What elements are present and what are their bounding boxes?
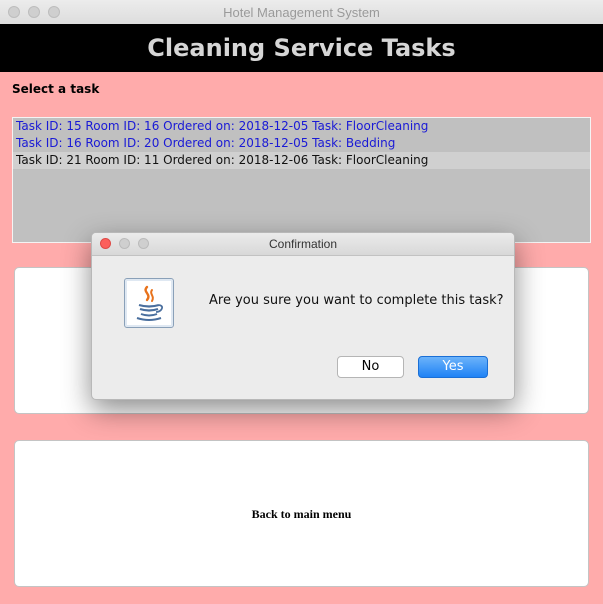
task-list-item[interactable]: Task ID: 15 Room ID: 16 Ordered on: 2018… [13,118,590,135]
task-list[interactable]: Task ID: 15 Room ID: 16 Ordered on: 2018… [12,117,591,243]
window-titlebar[interactable]: Hotel Management System [0,0,603,25]
back-button-label: Back to main menu [251,507,352,521]
java-coffee-icon [124,278,174,328]
dialog-message: Are you sure you want to complete this t… [209,293,504,308]
task-list-item[interactable]: Task ID: 16 Room ID: 20 Ordered on: 2018… [13,135,590,152]
page-title: Cleaning Service Tasks [0,24,603,72]
main-window: Hotel Management System Cleaning Service… [0,0,603,604]
back-to-main-menu-button[interactable]: Back to main menu [14,440,589,587]
dialog-titlebar[interactable]: Confirmation [92,233,514,256]
confirmation-dialog: Confirmation Are you sure you want to co… [91,232,515,400]
no-button[interactable]: No [337,356,404,378]
window-title: Hotel Management System [223,5,380,20]
yes-button[interactable]: Yes [418,356,488,378]
select-task-label: Select a task [12,82,100,96]
task-list-item-selected[interactable]: Task ID: 21 Room ID: 11 Ordered on: 2018… [13,152,590,169]
dialog-title: Confirmation [268,237,338,251]
